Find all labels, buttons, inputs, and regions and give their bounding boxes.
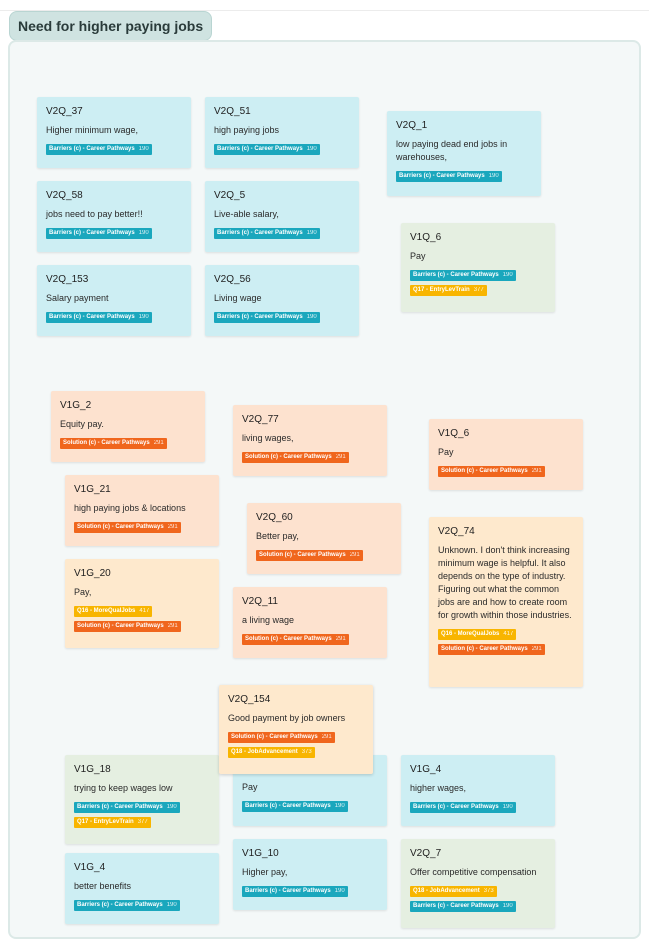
category-tag[interactable]: Barriers (c) - Career Pathways 190 — [46, 228, 152, 239]
note-id: V2Q_1 — [396, 120, 428, 131]
note-card[interactable]: V2Q_58 jobs need to pay better!! Barrier… — [37, 181, 191, 252]
category-tag[interactable]: Solution (c) - Career Pathways 291 — [60, 438, 167, 449]
note-text: Pay — [242, 782, 258, 792]
note-id: V2Q_56 — [214, 274, 251, 285]
note-card[interactable]: V1G_4 higher wages, Barriers (c) - Caree… — [401, 755, 555, 826]
note-text: Equity pay. — [60, 419, 104, 429]
note-card[interactable]: V1Q_6 Pay Solution (c) - Career Pathways… — [429, 419, 583, 490]
note-text: Unknown. I don't think increasing minimu… — [438, 545, 572, 620]
question-tag[interactable]: Q18 - JobAdvancement 373 — [228, 747, 315, 758]
note-id: V2Q_154 — [228, 694, 271, 705]
note-card[interactable]: V2Q_56 Living wage Barriers (c) - Career… — [205, 265, 359, 336]
note-id: V1G_2 — [60, 400, 92, 411]
note-id: V2Q_77 — [242, 414, 279, 425]
note-id: V2Q_7 — [410, 848, 442, 859]
note-id: V2Q_51 — [214, 106, 251, 117]
note-card[interactable]: V2Q_5 Live-able salary, Barriers (c) - C… — [205, 181, 359, 252]
note-id: V1G_18 — [74, 764, 111, 775]
category-tag[interactable]: Solution (c) - Career Pathways 291 — [74, 621, 181, 632]
note-text: better benefits — [74, 881, 132, 891]
note-text: jobs need to pay better!! — [46, 209, 143, 219]
note-id: V2Q_37 — [46, 106, 83, 117]
category-tag[interactable]: Barriers (c) - Career Pathways 190 — [410, 802, 516, 813]
note-text: trying to keep wages low — [74, 783, 173, 793]
note-text: Better pay, — [256, 531, 299, 541]
category-tag[interactable]: Barriers (c) - Career Pathways 190 — [410, 270, 516, 281]
note-card[interactable]: V2Q_154 Good payment by job owners Solut… — [219, 685, 373, 774]
category-tag[interactable]: Barriers (c) - Career Pathways 190 — [396, 171, 502, 182]
category-tag[interactable]: Solution (c) - Career Pathways 291 — [438, 644, 545, 655]
note-id: V1Q_6 — [410, 232, 442, 243]
note-id: V1G_21 — [74, 484, 111, 495]
note-text: Higher minimum wage, — [46, 125, 139, 135]
note-text: Pay — [438, 447, 454, 457]
category-tag[interactable]: Barriers (c) - Career Pathways 190 — [242, 801, 348, 812]
note-text: Offer competitive compensation — [410, 867, 537, 877]
question-tag[interactable]: Q16 - MoreQualJobs 417 — [74, 606, 153, 617]
note-text: Living wage — [214, 293, 262, 303]
note-text: Salary payment — [46, 293, 109, 303]
note-id: V1G_20 — [74, 568, 111, 579]
question-tag[interactable]: Q17 - EntryLevTrain 377 — [410, 285, 487, 296]
note-text: a living wage — [242, 615, 295, 625]
category-tag[interactable]: Barriers (c) - Career Pathways 190 — [214, 144, 320, 155]
note-card[interactable]: V1G_21 high paying jobs & locations Solu… — [65, 475, 219, 546]
category-tag[interactable]: Solution (c) - Career Pathways 291 — [74, 522, 181, 533]
category-tag[interactable]: Barriers (c) - Career Pathways 190 — [74, 802, 180, 813]
question-tag[interactable]: Q17 - EntryLevTrain 377 — [74, 817, 151, 828]
category-tag[interactable]: Barriers (c) - Career Pathways 190 — [410, 901, 516, 912]
note-id: V2Q_58 — [46, 190, 83, 201]
note-text: high paying jobs & locations — [74, 503, 186, 513]
category-tag[interactable]: Barriers (c) - Career Pathways 190 — [214, 312, 320, 323]
category-tag[interactable]: Solution (c) - Career Pathways 291 — [256, 550, 363, 561]
note-id: V1G_4 — [74, 862, 106, 873]
question-tag[interactable]: Q16 - MoreQualJobs 417 — [438, 629, 517, 640]
note-id: V1Q_6 — [438, 428, 470, 439]
note-card[interactable]: V2Q_37 Higher minimum wage, Barriers (c)… — [37, 97, 191, 168]
note-text: low paying dead end jobs in warehouses, — [396, 139, 508, 162]
note-card[interactable]: V1Q_6 Pay Barriers (c) - Career Pathways… — [401, 223, 555, 312]
note-card[interactable]: V2Q_74 Unknown. I don't think increasing… — [429, 517, 583, 687]
category-tag[interactable]: Barriers (c) - Career Pathways 190 — [46, 312, 152, 323]
note-text: high paying jobs — [214, 125, 280, 135]
note-id: V2Q_60 — [256, 512, 293, 523]
note-id: V2Q_11 — [242, 596, 278, 607]
category-tag[interactable]: Barriers (c) - Career Pathways 190 — [74, 900, 180, 911]
note-card[interactable]: V2Q_51 high paying jobs Barriers (c) - C… — [205, 97, 359, 168]
page-title: Need for higher paying jobs — [9, 11, 213, 41]
note-card[interactable]: V1G_20 Pay, Q16 - MoreQualJobs 417 Soluti… — [65, 559, 219, 648]
note-card[interactable]: V2Q_1 low paying dead end jobs in wareho… — [387, 111, 541, 196]
note-card[interactable]: V1G_4 better benefits Barriers (c) - Car… — [65, 853, 219, 924]
note-text: Live-able salary, — [214, 209, 279, 219]
note-card[interactable]: V1G_18 trying to keep wages low Barriers… — [65, 755, 219, 844]
category-tag[interactable]: Barriers (c) - Career Pathways 190 — [46, 144, 152, 155]
note-card[interactable]: V2Q_7 Offer competitive compensation Q18… — [401, 839, 555, 928]
category-tag[interactable]: Barriers (c) - Career Pathways 190 — [214, 228, 320, 239]
note-card[interactable]: V2Q_153 Salary payment Barriers (c) - Ca… — [37, 265, 191, 336]
note-text: higher wages, — [410, 783, 467, 793]
category-tag[interactable]: Solution (c) - Career Pathways 291 — [242, 452, 349, 463]
note-card[interactable]: V1G_2 Equity pay. Solution (c) - Career … — [51, 391, 205, 462]
note-card[interactable]: V2Q_77 living wages, Solution (c) - Care… — [233, 405, 387, 476]
question-tag[interactable]: Q18 - JobAdvancement 373 — [410, 886, 497, 897]
note-card[interactable]: V2Q_11 a living wage Solution (c) - Care… — [233, 587, 387, 658]
note-text: Pay — [410, 251, 426, 261]
note-text: Good payment by job owners — [228, 713, 346, 723]
category-tag[interactable]: Barriers (c) - Career Pathways 190 — [242, 886, 348, 897]
note-card[interactable]: V1G_10 Higher pay, Barriers (c) - Career… — [233, 839, 387, 910]
category-tag[interactable]: Solution (c) - Career Pathways 291 — [228, 732, 335, 743]
note-id: V1G_10 — [242, 848, 279, 859]
note-text: living wages, — [242, 433, 294, 443]
note-id: V2Q_5 — [214, 190, 246, 201]
note-id: V2Q_74 — [438, 526, 475, 537]
note-text: Pay, — [74, 587, 92, 597]
category-tag[interactable]: Solution (c) - Career Pathways 291 — [438, 466, 545, 477]
category-tag[interactable]: Solution (c) - Career Pathways 291 — [242, 634, 349, 645]
note-text: Higher pay, — [242, 867, 288, 877]
note-card[interactable]: V2Q_60 Better pay, Solution (c) - Career… — [247, 503, 401, 574]
note-id: V2Q_153 — [46, 274, 89, 285]
note-id: V1G_4 — [410, 764, 442, 775]
